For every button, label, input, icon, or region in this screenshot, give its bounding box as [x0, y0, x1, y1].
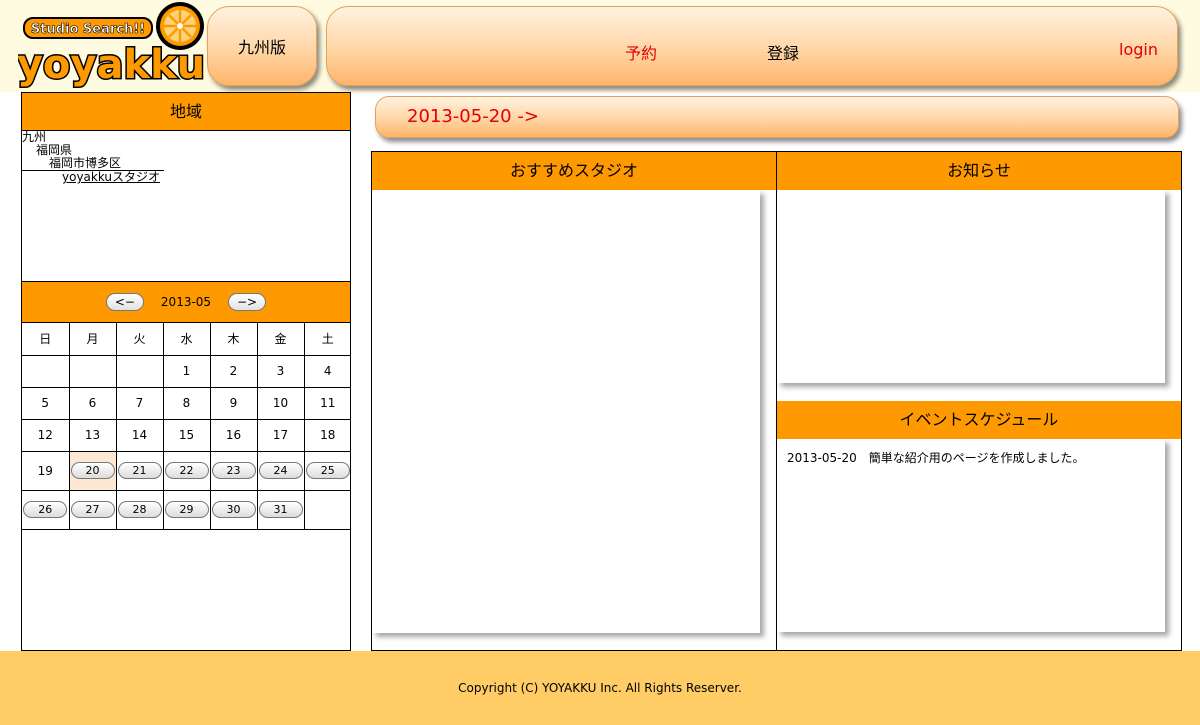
event-schedule-body: 2013-05-20 簡単な紹介用のページを作成しました。 — [777, 439, 1165, 632]
main-nav: 予約 登録 login — [326, 6, 1178, 86]
selected-date-bar: 2013-05-20 -> — [375, 96, 1179, 138]
calendar-week: 1 2 3 4 — [22, 354, 351, 388]
calendar-day — [22, 354, 70, 388]
calendar-day — [115, 354, 164, 388]
calendar-day: 1 — [162, 354, 211, 388]
calendar-day — [303, 489, 351, 530]
calendar-day: 5 — [22, 386, 70, 420]
day-button[interactable]: 23 — [211, 462, 256, 479]
calendar-day: 29 — [162, 489, 211, 530]
nav-login-link[interactable]: login — [1119, 40, 1158, 59]
event-text: 簡単な紹介用のページを作成しました。 — [868, 451, 1085, 465]
news-body — [777, 190, 1165, 383]
nav-register-link[interactable]: 登録 — [767, 40, 799, 64]
calendar-header: <− 2013-05 −> — [22, 281, 350, 323]
calendar-week: 12 13 14 15 16 17 18 — [22, 418, 351, 452]
area-tree-city[interactable]: 福岡市博多区 — [22, 157, 350, 170]
area-heading: 地域 — [22, 93, 350, 131]
copyright-text: Copyright (C) YOYAKKU Inc. All Rights Re… — [458, 681, 742, 695]
calendar-day: 6 — [68, 386, 117, 420]
calendar-day: 27 — [68, 489, 117, 530]
calendar-day: 18 — [303, 418, 351, 452]
calendar-day: 23 — [209, 450, 258, 491]
area-tree-studio[interactable]: yoyakkuスタジオ — [22, 170, 164, 184]
day-button[interactable]: 21 — [117, 462, 162, 479]
calendar-day: 31 — [256, 489, 305, 530]
calendar-day: 13 — [68, 418, 117, 452]
logo-tagline: Studio Search!! — [31, 22, 145, 37]
calendar-day: 22 — [162, 450, 211, 491]
region-button-label: 九州版 — [237, 38, 286, 57]
calendar-week: 19 20 21 22 23 24 25 — [22, 450, 351, 491]
weekday-sun: 日 — [22, 323, 70, 356]
calendar-day: 9 — [209, 386, 258, 420]
day-button[interactable]: 30 — [211, 501, 256, 518]
day-button[interactable]: 26 — [23, 501, 68, 518]
area-tree-studio-link[interactable]: yoyakkuスタジオ — [62, 170, 160, 184]
day-button[interactable]: 28 — [117, 501, 162, 518]
calendar-day: 21 — [115, 450, 164, 491]
day-button[interactable]: 31 — [258, 501, 303, 518]
calendar-day: 2 — [209, 354, 258, 388]
prev-month-button[interactable]: <− — [105, 293, 144, 311]
selected-date-link[interactable]: 2013-05-20 -> — [407, 106, 539, 127]
calendar-day: 24 — [256, 450, 305, 491]
info-column: お知らせ イベントスケジュール 2013-05-20 簡単な紹介用のページを作成し… — [777, 152, 1181, 650]
day-button[interactable]: 22 — [164, 462, 209, 479]
nav-reserve-link[interactable]: 予約 — [625, 40, 657, 64]
area-tree: 九州 福岡県 福岡市博多区 yoyakkuスタジオ — [22, 131, 350, 281]
calendar-day: 19 — [22, 450, 70, 491]
day-button[interactable]: 24 — [258, 462, 303, 479]
left-sidebar: 地域 九州 福岡県 福岡市博多区 yoyakkuスタジオ <− 2013-05 … — [21, 92, 351, 651]
day-button[interactable]: 20 — [70, 462, 115, 479]
calendar-day: 26 — [22, 489, 70, 530]
weekday-thu: 木 — [209, 323, 258, 356]
region-button[interactable]: 九州版 — [207, 6, 317, 86]
calendar-day: 16 — [209, 418, 258, 452]
calendar-week: 5 6 7 8 9 10 11 — [22, 386, 351, 420]
weekday-tue: 火 — [115, 323, 164, 356]
calendar-month: 2013-05 — [160, 295, 212, 309]
calendar-day: 7 — [115, 386, 164, 420]
news-heading: お知らせ — [777, 152, 1181, 190]
calendar-day: 14 — [115, 418, 164, 452]
recommended-studio-heading: おすすめスタジオ — [372, 152, 776, 190]
event-date: 2013-05-20 — [787, 451, 857, 465]
calendar-day: 30 — [209, 489, 258, 530]
next-month-button[interactable]: −> — [228, 293, 267, 311]
event-schedule-heading: イベントスケジュール — [777, 401, 1181, 439]
day-button[interactable]: 29 — [164, 501, 209, 518]
weekday-mon: 月 — [68, 323, 117, 356]
weekday-fri: 金 — [256, 323, 305, 356]
calendar-day: 15 — [162, 418, 211, 452]
weekday-wed: 水 — [162, 323, 211, 356]
calendar-week: 26 27 28 29 30 31 — [22, 489, 351, 530]
calendar-day: 25 — [303, 450, 351, 491]
calendar-day-selected: 20 — [68, 450, 117, 491]
calendar-day: 4 — [303, 354, 351, 388]
calendar-day: 17 — [256, 418, 305, 452]
calendar-weekday-row: 日 月 火 水 木 金 土 — [22, 323, 351, 356]
calendar-grid: 日 月 火 水 木 金 土 1 2 3 4 5 6 7 8 9 10 11 12 — [22, 323, 351, 530]
calendar-day — [68, 354, 117, 388]
calendar-day: 10 — [256, 386, 305, 420]
calendar-day: 12 — [22, 418, 70, 452]
main-content: おすすめスタジオ お知らせ イベントスケジュール 2013-05-20 簡単な紹介… — [371, 151, 1182, 651]
day-button[interactable]: 25 — [305, 462, 350, 479]
day-button[interactable]: 27 — [70, 501, 115, 518]
calendar-day: 11 — [303, 386, 351, 420]
recommended-studio-panel: おすすめスタジオ — [372, 152, 777, 650]
weekday-sat: 土 — [303, 323, 351, 356]
calendar-day: 3 — [256, 354, 305, 388]
footer: Copyright (C) YOYAKKU Inc. All Rights Re… — [0, 651, 1200, 725]
logo-wordmark: yoyakku — [18, 42, 204, 88]
calendar-day: 8 — [162, 386, 211, 420]
event-item: 2013-05-20 簡単な紹介用のページを作成しました。 — [787, 449, 1165, 466]
recommended-studio-body — [372, 190, 760, 633]
yoyakku-logo[interactable]: Studio Search!! yoyakku — [18, 2, 204, 88]
header: Studio Search!! yoyakku 九州版 予約 登録 login — [0, 0, 1200, 92]
calendar-day: 28 — [115, 489, 164, 530]
